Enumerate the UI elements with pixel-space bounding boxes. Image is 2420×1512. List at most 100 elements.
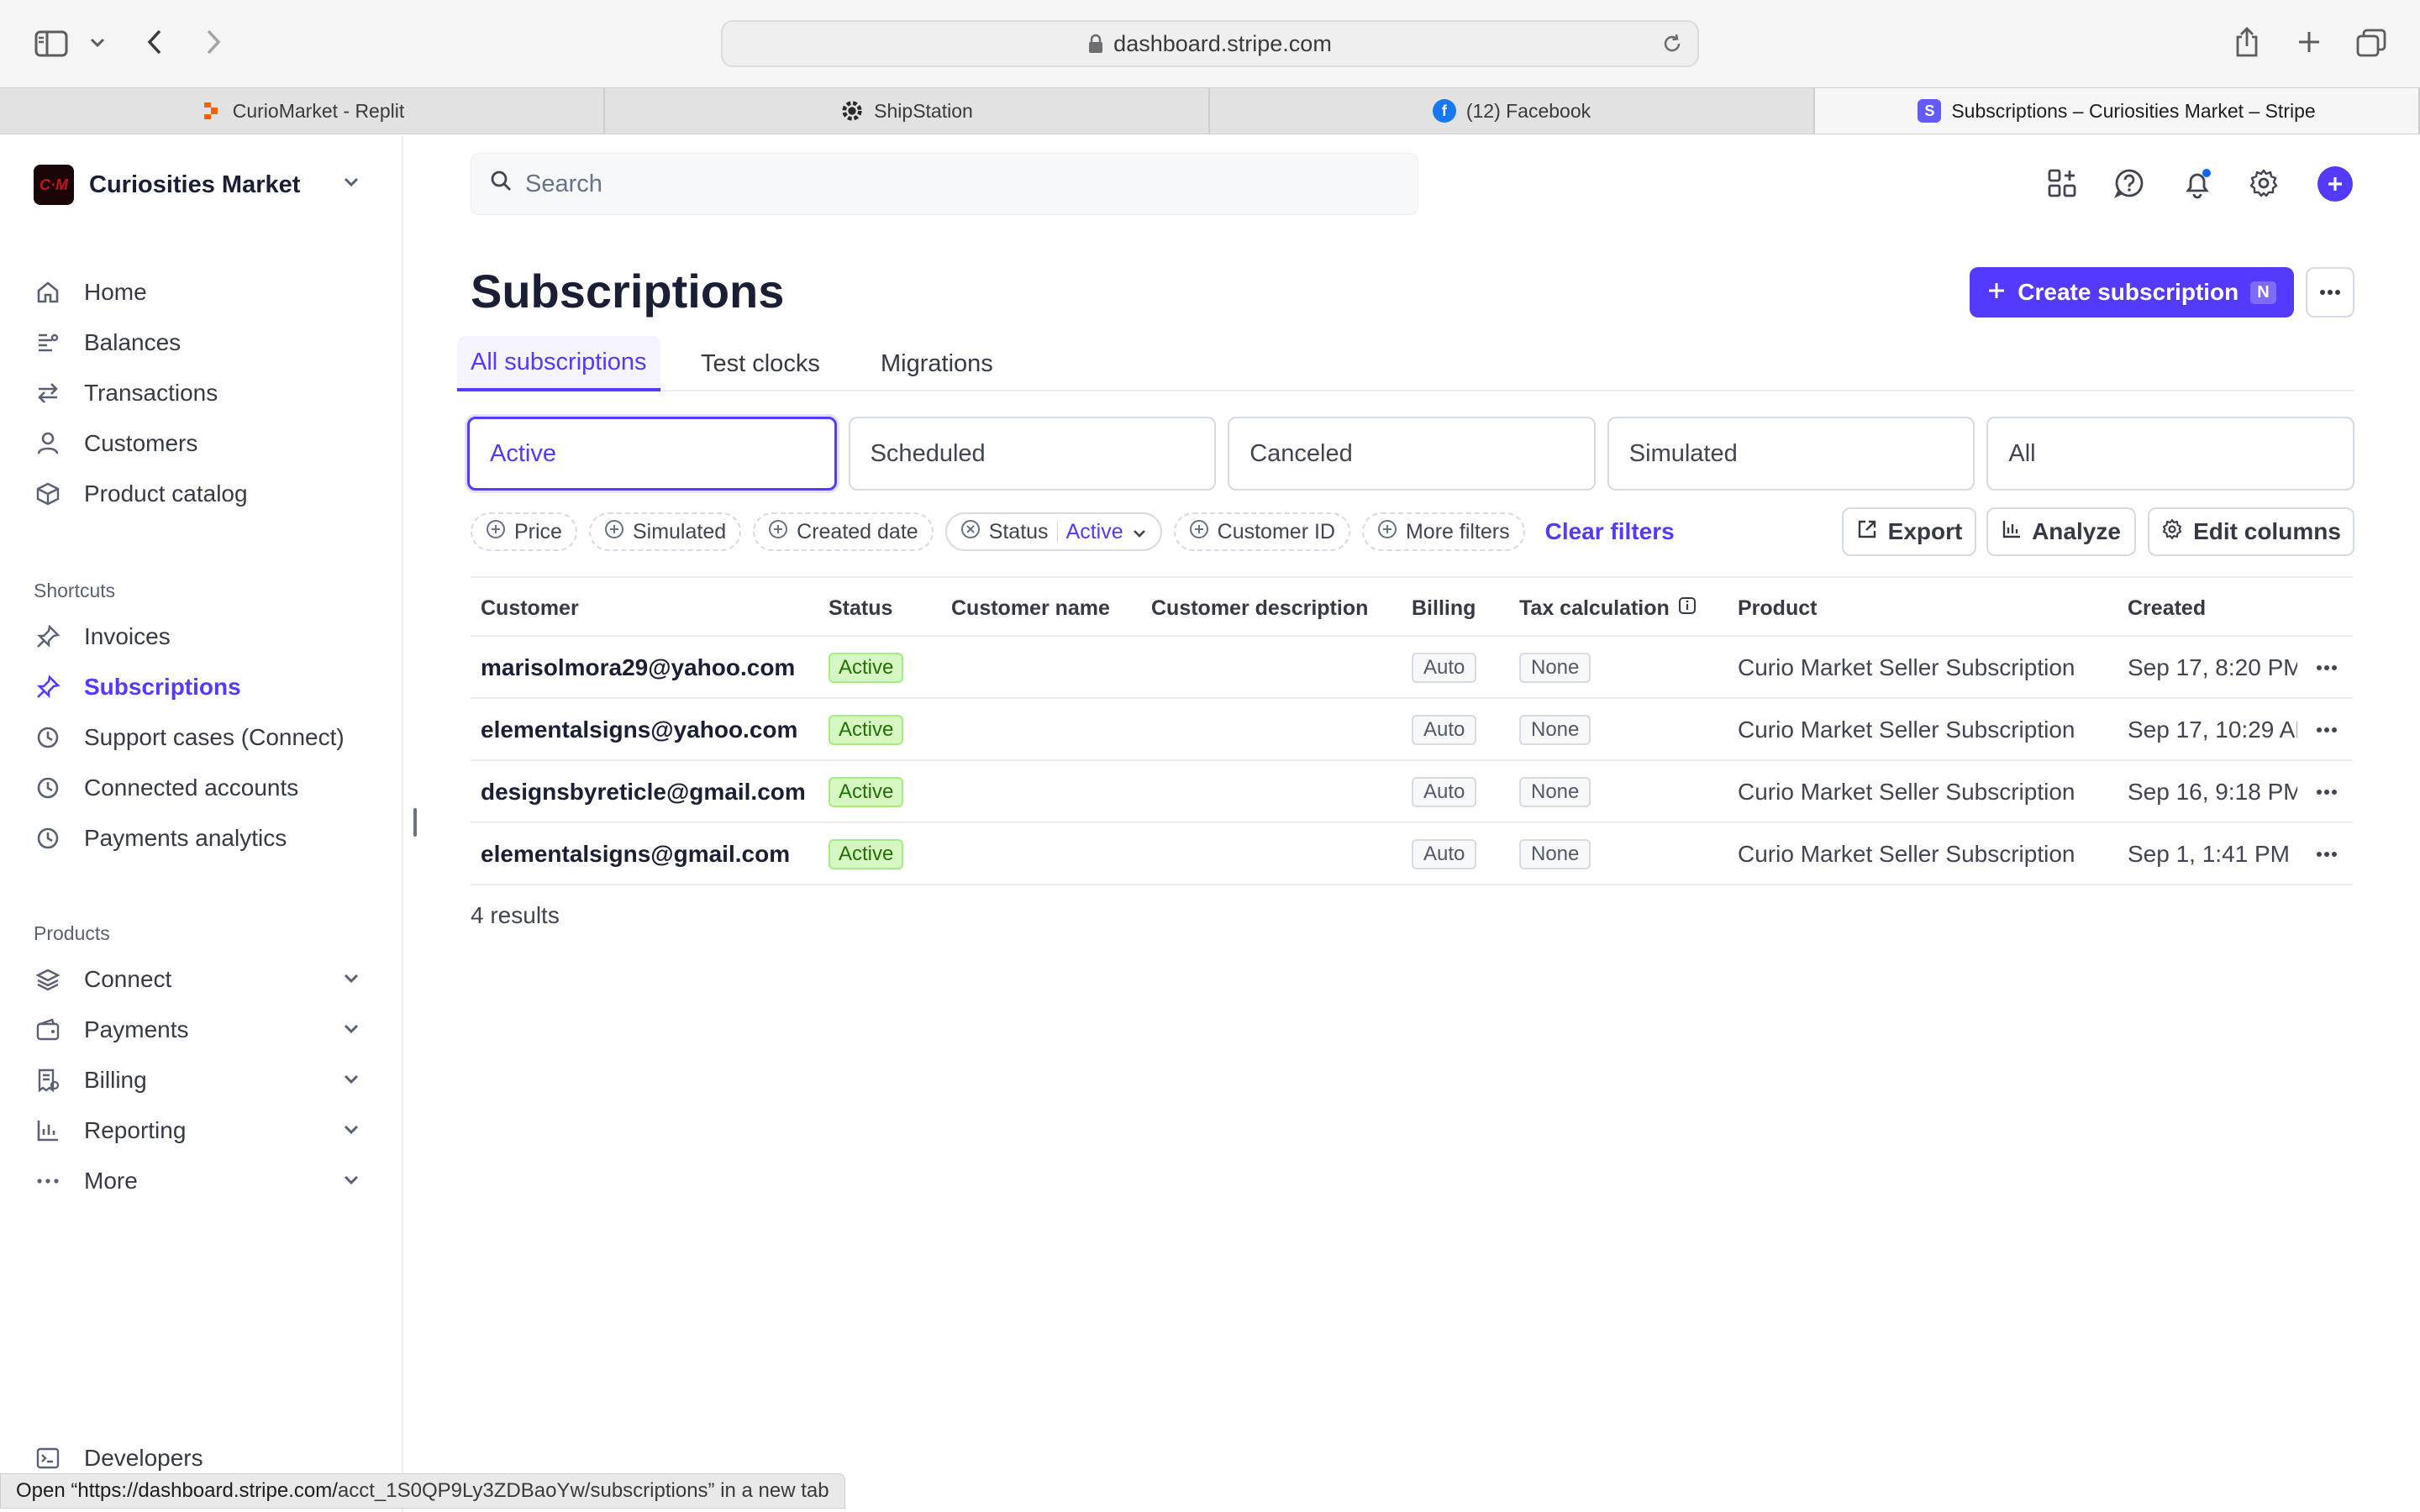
account-switcher[interactable]: C·M Curiosities Market xyxy=(34,165,300,205)
column-header-customer-description[interactable]: Customer description xyxy=(1151,578,1368,638)
chart-icon xyxy=(2002,518,2022,545)
sidebar-item-payments[interactable]: Payments xyxy=(34,1010,189,1050)
help-icon[interactable] xyxy=(2113,168,2144,202)
filter-more[interactable]: More filters xyxy=(1361,512,1525,551)
search-input[interactable]: Search xyxy=(471,153,1418,215)
filter-price[interactable]: Price xyxy=(471,512,577,551)
customer-email[interactable]: elementalsigns@gmail.com xyxy=(481,823,790,885)
table-row[interactable]: elementalsigns@gmail.com Active Auto Non… xyxy=(471,823,2353,885)
create-subscription-button[interactable]: Create subscription N xyxy=(1970,267,2294,318)
column-header-customer[interactable]: Customer xyxy=(481,578,579,638)
customer-email[interactable]: marisolmora29@yahoo.com xyxy=(481,637,795,699)
sidebar-item-developers[interactable]: Developers xyxy=(34,1438,203,1478)
sidebar-item-subscriptions[interactable]: Subscriptions xyxy=(34,667,241,707)
forward-icon[interactable] xyxy=(200,25,227,59)
sidebar-item-connect[interactable]: Connect xyxy=(34,959,171,1000)
chevron-down-icon[interactable] xyxy=(343,1124,360,1140)
more-actions-button[interactable] xyxy=(2306,267,2354,318)
sidebar-item-more[interactable]: More xyxy=(34,1161,138,1201)
tab-test-clocks[interactable]: Test clocks xyxy=(687,336,834,391)
sidebar-item-invoices[interactable]: Invoices xyxy=(34,617,171,657)
filter-created-date[interactable]: Created date xyxy=(753,512,934,551)
column-header-customer-name[interactable]: Customer name xyxy=(951,578,1110,638)
column-header-created[interactable]: Created xyxy=(2128,578,2206,638)
chevron-down-icon[interactable] xyxy=(343,1074,360,1089)
sidebar-item-reporting[interactable]: Reporting xyxy=(34,1110,186,1151)
table-row[interactable]: marisolmora29@yahoo.com Active Auto None… xyxy=(471,637,2353,699)
filter-customer-id[interactable]: Customer ID xyxy=(1173,512,1350,551)
balances-icon xyxy=(34,328,62,357)
browser-tab[interactable]: ShipStation xyxy=(605,88,1210,134)
sidebar-item-billing[interactable]: Billing xyxy=(34,1060,147,1100)
customer-email[interactable]: elementalsigns@yahoo.com xyxy=(481,699,797,761)
segment-active[interactable]: Active xyxy=(467,417,837,491)
tax-badge: None xyxy=(1519,653,1591,683)
segment-scheduled[interactable]: Scheduled xyxy=(848,417,1217,491)
billing-badge: Auto xyxy=(1412,653,1477,683)
product-catalog-icon xyxy=(34,480,62,508)
column-header-tax-calculation[interactable]: Tax calculation xyxy=(1519,578,1697,638)
notifications-icon[interactable] xyxy=(2181,168,2213,204)
remove-filter-icon[interactable] xyxy=(960,519,981,545)
column-header-billing[interactable]: Billing xyxy=(1412,578,1476,638)
reload-icon[interactable] xyxy=(1660,32,1684,61)
browser-tab-active[interactable]: S Subscriptions – Curiosities Market – S… xyxy=(1815,88,2420,134)
apps-icon[interactable] xyxy=(2047,168,2077,202)
sidebar-item-label: Connect xyxy=(84,966,172,992)
sidebar-item-label: Reporting xyxy=(84,1117,187,1143)
clear-filters-link[interactable]: Clear filters xyxy=(1545,518,1675,545)
export-button[interactable]: Export xyxy=(1842,507,1976,556)
new-tab-icon[interactable] xyxy=(2294,27,2324,57)
back-icon[interactable] xyxy=(141,25,168,59)
plus-circle-icon xyxy=(768,519,788,545)
column-header-product[interactable]: Product xyxy=(1738,578,1817,638)
settings-gear-icon[interactable] xyxy=(2249,168,2279,202)
table-row[interactable]: designsbyreticle@gmail.com Active Auto N… xyxy=(471,761,2353,823)
segment-all[interactable]: All xyxy=(1986,417,2354,491)
subscriptions-table: Customer Status Customer name Customer d… xyxy=(471,576,2353,885)
row-actions-icon[interactable] xyxy=(2316,637,2338,699)
table-row[interactable]: elementalsigns@yahoo.com Active Auto Non… xyxy=(471,699,2353,761)
sidebar-item-product-catalog[interactable]: Product catalog xyxy=(34,474,248,514)
chevron-down-icon xyxy=(1132,520,1147,544)
row-actions-icon[interactable] xyxy=(2316,699,2338,761)
filter-status[interactable]: Status Active xyxy=(944,512,1162,551)
sidebar-item-payments-analytics[interactable]: Payments analytics xyxy=(34,818,287,858)
quick-create-icon[interactable] xyxy=(2317,166,2353,202)
sidebar-item-balances[interactable]: Balances xyxy=(34,323,181,363)
chevron-down-icon[interactable] xyxy=(343,1174,360,1190)
address-bar[interactable]: dashboard.stripe.com xyxy=(721,20,1699,67)
edit-columns-button[interactable]: Edit columns xyxy=(2148,507,2354,556)
share-icon[interactable] xyxy=(2232,24,2262,60)
chevron-down-icon[interactable] xyxy=(343,176,360,192)
row-actions-icon[interactable] xyxy=(2316,823,2338,885)
filter-simulated[interactable]: Simulated xyxy=(588,512,742,551)
column-header-status[interactable]: Status xyxy=(829,578,892,638)
chevron-down-icon[interactable] xyxy=(343,1023,360,1039)
info-icon[interactable] xyxy=(1678,596,1697,621)
analyze-button[interactable]: Analyze xyxy=(1986,507,2136,556)
sidebar-item-label: More xyxy=(84,1168,138,1194)
sidebar-item-label: Developers xyxy=(84,1445,203,1471)
segment-canceled[interactable]: Canceled xyxy=(1228,417,1596,491)
browser-tab[interactable]: f (12) Facebook xyxy=(1210,88,1815,134)
row-actions-icon[interactable] xyxy=(2316,761,2338,823)
export-icon xyxy=(1856,518,1878,546)
sidebar-item-support-cases[interactable]: Support cases (Connect) xyxy=(34,717,345,758)
analyze-label: Analyze xyxy=(2032,518,2121,544)
segment-simulated[interactable]: Simulated xyxy=(1607,417,1975,491)
sidebar-item-customers[interactable]: Customers xyxy=(34,423,197,464)
chevron-down-icon[interactable] xyxy=(87,32,108,54)
sidebar-toggle-icon[interactable] xyxy=(32,27,71,60)
tab-overview-icon[interactable] xyxy=(2354,27,2388,59)
sidebar-item-connected-accounts[interactable]: Connected accounts xyxy=(34,768,298,808)
sidebar-item-home[interactable]: Home xyxy=(34,272,147,312)
sidebar-resize-handle[interactable] xyxy=(413,808,417,837)
sidebar-item-transactions[interactable]: Transactions xyxy=(34,373,218,413)
browser-tab[interactable]: CurioMarket - Replit xyxy=(0,88,605,134)
customer-email[interactable]: designsbyreticle@gmail.com xyxy=(481,761,806,823)
tab-migrations[interactable]: Migrations xyxy=(867,336,1007,391)
tab-all-subscriptions[interactable]: All subscriptions xyxy=(457,336,660,391)
tab-label: Subscriptions – Curiosities Market – Str… xyxy=(1951,99,2316,122)
chevron-down-icon[interactable] xyxy=(343,973,360,989)
